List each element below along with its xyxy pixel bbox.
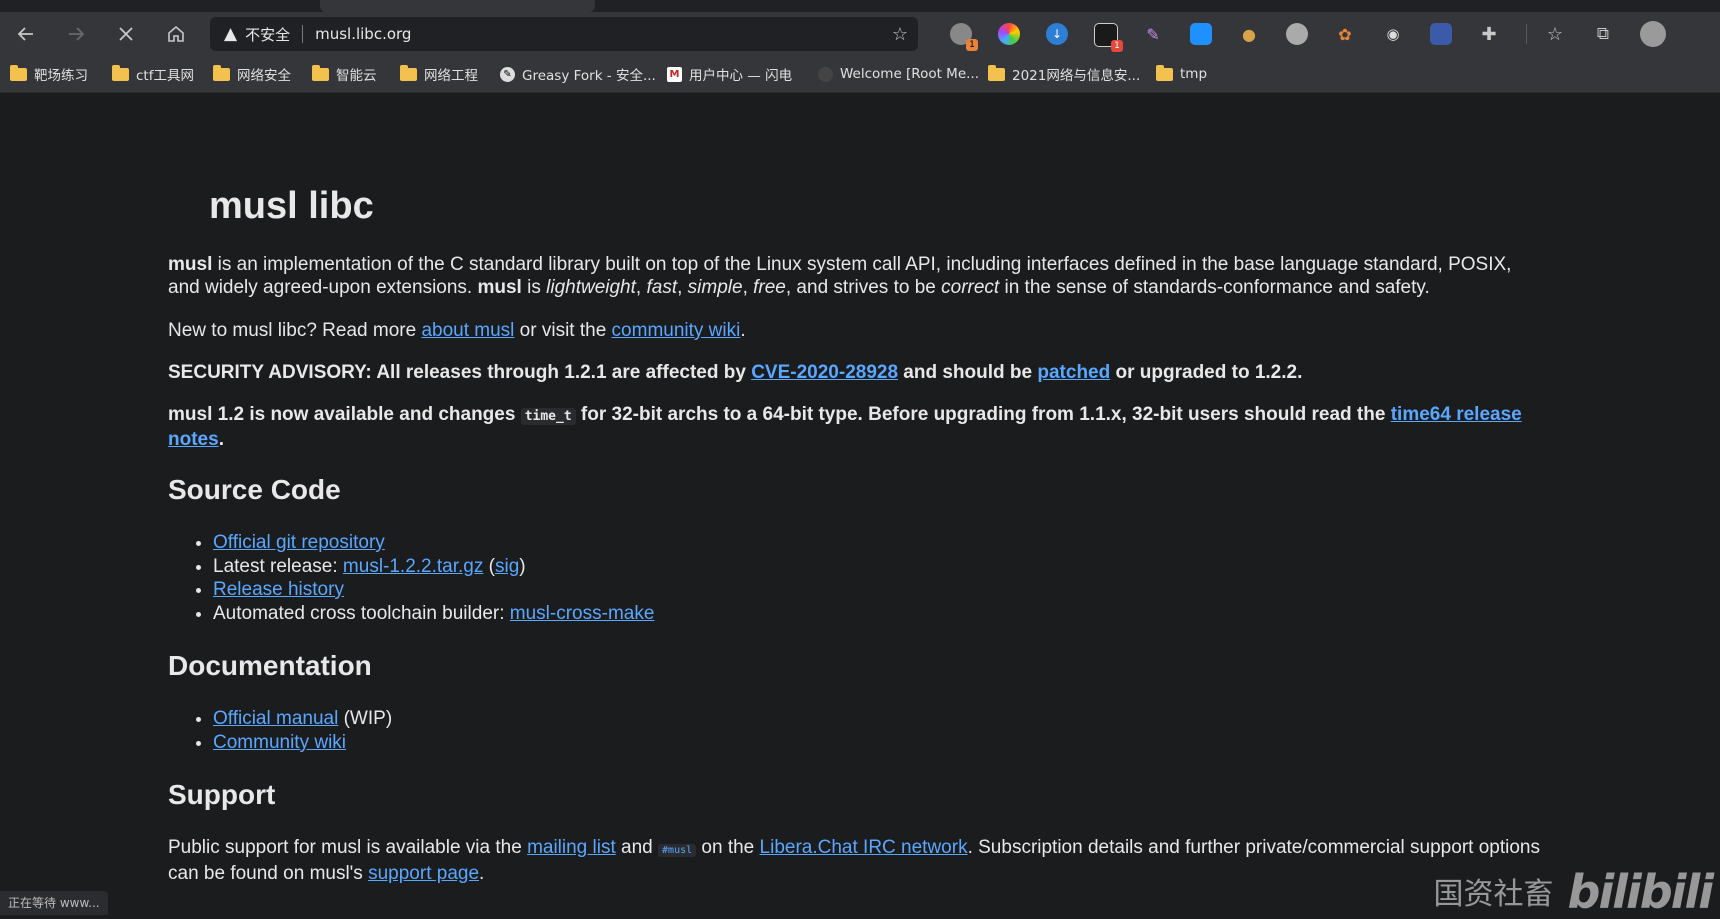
back-arrow-icon: [17, 27, 33, 41]
list-item: Official manual (WIP): [213, 707, 392, 731]
patched-link[interactable]: patched: [1037, 362, 1110, 383]
libera-chat-link[interactable]: Libera.Chat IRC network: [760, 837, 968, 858]
url-text[interactable]: musl.libc.org: [315, 25, 411, 43]
address-divider: [302, 25, 304, 43]
extension-icon-1[interactable]: 1: [950, 23, 978, 51]
list-item: Community wiki: [213, 731, 392, 755]
bookmark-folder[interactable]: 网络工程: [400, 63, 478, 85]
spy-extension-icon[interactable]: ◉: [1382, 23, 1404, 45]
extension-icon-2[interactable]: [998, 23, 1020, 45]
extension-badge: 1: [1111, 40, 1123, 52]
list-item: Latest release: musl-1.2.2.tar.gz (sig): [213, 555, 654, 579]
list-item: Official git repository: [213, 531, 654, 555]
bookmark-folder[interactable]: 2021网络与信息安...: [988, 63, 1140, 85]
collections-icon[interactable]: ⧉: [1592, 23, 1614, 45]
extension-icon-6[interactable]: [1190, 23, 1212, 45]
folder-icon: [400, 64, 417, 81]
add-favorite-icon[interactable]: ☆: [892, 24, 908, 45]
browser-toolbar: ▲ 不安全 musl.libc.org ☆ 1 ↓ 1 ✎ ● ✿ ◉ ✚ ☆ …: [0, 12, 1720, 56]
support-heading: Support: [168, 779, 276, 810]
extension-icon-9[interactable]: ✿: [1334, 23, 1356, 45]
source-code-list: Official git repository Latest release: …: [168, 531, 654, 625]
folder-icon: [10, 64, 27, 81]
git-repository-link[interactable]: Official git repository: [213, 532, 385, 553]
cve-link[interactable]: CVE-2020-28928: [751, 362, 898, 383]
community-wiki-link[interactable]: community wiki: [612, 320, 741, 341]
release-history-link[interactable]: Release history: [213, 579, 344, 600]
support-paragraph: Public support for musl is available via…: [168, 837, 1540, 884]
watermark-text: 国资社畜: [1433, 877, 1554, 912]
folder-icon: [1156, 64, 1173, 81]
bookmark-link[interactable]: ✎ Greasy Fork - 安全...: [500, 63, 656, 85]
favorites-icon[interactable]: ☆: [1544, 23, 1566, 45]
active-tab[interactable]: [320, 0, 595, 12]
download-extension-icon[interactable]: ↓: [1046, 23, 1068, 45]
bookmarks-bar: 靶场练习 ctf工具网 网络安全 智能云 网络工程 ✎ Greasy Fork -…: [0, 56, 1720, 93]
about-musl-link[interactable]: about musl: [421, 320, 514, 341]
irc-channel-code[interactable]: #musl: [658, 844, 697, 857]
official-manual-link[interactable]: Official manual: [213, 708, 338, 729]
list-item: Automated cross toolchain builder: musl-…: [213, 602, 654, 626]
stop-loading-button[interactable]: [110, 18, 142, 50]
address-bar[interactable]: ▲ 不安全 musl.libc.org ☆: [210, 17, 918, 51]
time-t-code: time_t: [520, 408, 576, 425]
bookmark-folder[interactable]: 网络安全: [213, 63, 291, 85]
list-item: Release history: [213, 578, 654, 602]
folder-icon: [988, 64, 1005, 81]
security-advisory: SECURITY ADVISORY: All releases through …: [168, 362, 1303, 383]
bookmark-folder[interactable]: 智能云: [312, 63, 377, 85]
feather-extension-icon[interactable]: ✎: [1142, 23, 1164, 45]
release-announcement: musl 1.2 is now available and changes ti…: [168, 404, 1522, 450]
greasyfork-favicon-icon: ✎: [500, 66, 515, 82]
extension-icon-4[interactable]: 1: [1094, 23, 1123, 52]
documentation-list: Official manual (WIP) Community wiki: [168, 707, 392, 754]
source-code-heading: Source Code: [168, 474, 341, 505]
profile-avatar[interactable]: [1640, 21, 1666, 47]
folder-icon: [112, 64, 129, 81]
status-bar: 正在等待 www...: [0, 891, 108, 915]
forward-arrow-icon: [69, 27, 85, 41]
video-watermark: 国资社畜 bilibili: [1434, 869, 1720, 915]
musl-cross-make-link[interactable]: musl-cross-make: [510, 603, 655, 624]
bookmark-link[interactable]: Welcome [Root Me...: [818, 63, 979, 85]
extension-badge: 1: [966, 39, 978, 51]
flash-favicon-icon: M: [667, 66, 682, 82]
puzzle-icon[interactable]: ✚: [1478, 23, 1500, 45]
bookmark-folder[interactable]: tmp: [1156, 63, 1207, 85]
forward-button[interactable]: [60, 18, 92, 50]
support-page-link[interactable]: support page: [368, 863, 479, 884]
mailing-list-link[interactable]: mailing list: [527, 837, 616, 858]
back-button[interactable]: [10, 18, 42, 50]
cookie-extension-icon[interactable]: ●: [1238, 23, 1260, 45]
rootme-favicon-icon: [818, 66, 833, 82]
toolbar-divider: [1526, 24, 1527, 44]
bilibili-logo: bilibili: [1567, 865, 1714, 919]
home-button[interactable]: [160, 18, 192, 50]
bookmark-folder[interactable]: 靶场练习: [10, 63, 88, 85]
security-label[interactable]: 不安全: [245, 24, 290, 45]
bookmark-link[interactable]: M 用户中心 — 闪电: [667, 63, 792, 85]
documentation-heading: Documentation: [168, 650, 372, 681]
extensions-area: 1 ↓ 1 ✎ ● ✿ ◉ ✚ ☆ ⧉: [930, 12, 1720, 56]
extension-icon-8[interactable]: [1286, 23, 1308, 45]
community-wiki-doc-link[interactable]: Community wiki: [213, 732, 346, 753]
warning-icon: ▲: [224, 24, 238, 44]
bookmark-folder[interactable]: ctf工具网: [112, 63, 194, 85]
extension-icon-11[interactable]: [1430, 23, 1452, 45]
tarball-link[interactable]: musl-1.2.2.tar.gz: [343, 556, 483, 577]
folder-icon: [312, 64, 329, 81]
intro-paragraph: musl is an implementation of the C stand…: [168, 254, 1512, 298]
home-icon: [168, 25, 184, 42]
tab-strip: [0, 0, 1720, 12]
new-to-musl-paragraph: New to musl libc? Read more about musl o…: [168, 320, 746, 341]
page-viewport: musl libc musl is an implementation of t…: [0, 93, 1720, 915]
folder-icon: [213, 64, 230, 81]
page-title: musl libc: [209, 185, 374, 227]
close-icon: [119, 27, 133, 41]
signature-link[interactable]: sig: [495, 556, 519, 577]
